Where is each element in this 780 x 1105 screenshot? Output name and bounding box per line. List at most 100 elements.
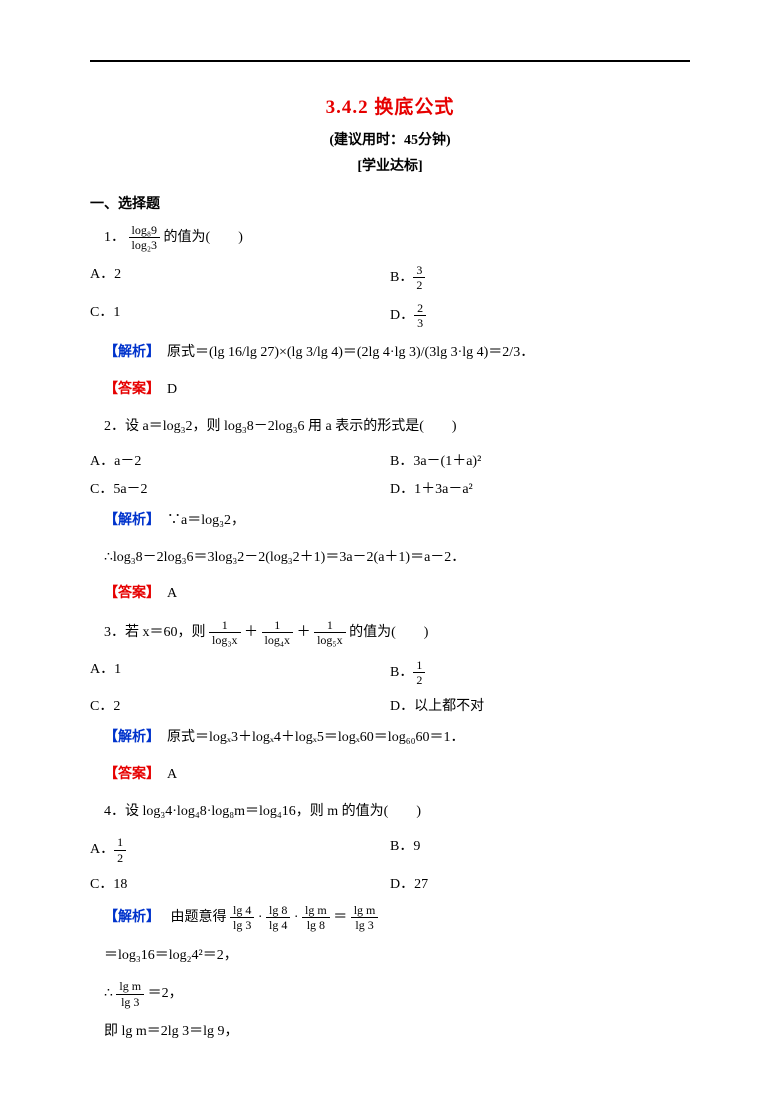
q1-analysis: 【解析】 原式＝(lg 16/lg 27)×(lg 3/lg 4)＝(2lg 4…: [104, 340, 690, 367]
q4-ana-pre: 由题意得: [171, 910, 231, 925]
q3-answer-val: A: [167, 767, 177, 782]
q1-tail: 的值为( ): [164, 230, 243, 245]
q2-opts-row1: A．a－2 B．3a－(1＋a)²: [90, 450, 690, 470]
q1-b-pre: B．: [390, 270, 413, 285]
q3-opt-d: D．以上都不对: [390, 695, 690, 715]
time-hint: (建议用时：45分钟): [90, 129, 690, 149]
q4-analysis-2: ＝log₃16＝log₂4²＝2，: [104, 943, 690, 970]
q3-f2n: 1: [262, 618, 294, 633]
section-1-head: 一、选择题: [90, 193, 690, 213]
q3-b-pre: B．: [390, 665, 413, 680]
q4-t4: lg mlg 3: [351, 903, 379, 933]
q4-opt-c: C．18: [90, 873, 390, 893]
q1-stem: 1． log₈9 log₂3 的值为( ): [104, 223, 690, 253]
top-rule: [90, 60, 690, 62]
q1-frac-num: log₈9: [129, 223, 161, 238]
answer-tag: 【答案】: [104, 382, 153, 397]
q3-f2d: log₄x: [262, 633, 294, 647]
q4-opts-row1: A．12 B．9: [90, 835, 690, 865]
q1-d-frac: 23: [414, 301, 426, 331]
q1-b-frac: 32: [413, 263, 425, 293]
q4-eq: ＝: [333, 910, 347, 925]
q1-opt-c: C．1: [90, 301, 390, 331]
q4-opt-b: B．9: [390, 835, 690, 865]
q3-f3n: 1: [314, 618, 346, 633]
q2-opt-d: D．1＋3a－a²: [390, 478, 690, 498]
q3-opt-a: A．1: [90, 658, 390, 688]
q2-answer-val: A: [167, 586, 177, 601]
q3-frac3: 1log₅x: [314, 618, 346, 648]
q4-l3d: lg 3: [116, 995, 144, 1009]
q1-d-pre: D．: [390, 308, 414, 323]
q1-d-den: 3: [414, 316, 426, 330]
q2-ana1: ∵a＝log₃2，: [167, 513, 245, 528]
answer-tag: 【答案】: [104, 767, 153, 782]
q4-t3n: lg m: [302, 903, 330, 918]
q4-l3-frac: lg mlg 3: [116, 979, 144, 1009]
q1-analysis-body: 原式＝(lg 16/lg 27)×(lg 3/lg 4)＝(2lg 4·lg 3…: [167, 345, 534, 360]
q2-stem: 2．设 a＝log₃2，则 log₃8－2log₃6 用 a 表示的形式是( ): [104, 414, 690, 441]
analysis-tag: 【解析】: [104, 513, 153, 528]
standard-tag: [学业达标]: [90, 155, 690, 175]
q3-b-den: 2: [413, 673, 425, 687]
q4-dot1: ·: [258, 910, 263, 925]
q3-stem: 3．若 x＝60，则 1log₃x ＋ 1log₄x ＋ 1log₅x 的值为(…: [104, 618, 690, 648]
q4-t2: lg 8lg 4: [266, 903, 290, 933]
q4-l3n: lg m: [116, 979, 144, 994]
q1-frac: log₈9 log₂3: [129, 223, 161, 253]
q1-b-den: 2: [413, 278, 425, 292]
q2-opts-row2: C．5a－2 D．1＋3a－a²: [90, 478, 690, 498]
q3-frac2: 1log₄x: [262, 618, 294, 648]
q3-opts-row2: C．2 D．以上都不对: [90, 695, 690, 715]
q4-dot2: ·: [294, 910, 299, 925]
q1-num: 1．: [104, 230, 125, 245]
q3-stem-post: 的值为( ): [349, 625, 428, 640]
main-title: 3.4.2 换底公式: [90, 92, 690, 119]
q2-analysis-2: ∴log₃8－2log₃6＝3log₃2－2(log₃2＋1)＝3a－2(a＋1…: [104, 545, 690, 572]
q3-f1n: 1: [209, 618, 241, 633]
q4-analysis-4: 即 lg m＝2lg 3＝lg 9，: [104, 1019, 690, 1046]
q3-f3d: log₅x: [314, 633, 346, 647]
q3-answer: 【答案】 A: [104, 762, 690, 789]
q1-opt-b: B．32: [390, 263, 690, 293]
q4-a-pre: A．: [90, 842, 114, 857]
q3-opt-c: C．2: [90, 695, 390, 715]
q1-opt-a: A．2: [90, 263, 390, 293]
q3-plus1: ＋: [244, 625, 258, 640]
q2-answer: 【答案】 A: [104, 581, 690, 608]
q4-t1n: lg 4: [230, 903, 254, 918]
q3-frac1: 1log₃x: [209, 618, 241, 648]
q3-plus2: ＋: [297, 625, 311, 640]
q3-opt-b: B．12: [390, 658, 690, 688]
q4-t1d: lg 3: [230, 918, 254, 932]
q4-t2n: lg 8: [266, 903, 290, 918]
answer-tag: 【答案】: [104, 586, 153, 601]
q4-t4d: lg 3: [351, 918, 379, 932]
analysis-tag: 【解析】: [104, 345, 153, 360]
q3-b-frac: 12: [413, 658, 425, 688]
q4-t2d: lg 4: [266, 918, 290, 932]
q3-f1d: log₃x: [209, 633, 241, 647]
q4-t1: lg 4lg 3: [230, 903, 254, 933]
q1-answer-val: D: [167, 382, 177, 397]
q3-b-num: 1: [413, 658, 425, 673]
q2-opt-a: A．a－2: [90, 450, 390, 470]
q4-opt-d: D．27: [390, 873, 690, 893]
q1-frac-den: log₂3: [129, 238, 161, 252]
q4-a-den: 2: [114, 851, 126, 865]
q3-opts-row1: A．1 B．12: [90, 658, 690, 688]
q4-l3-post: ＝2，: [148, 987, 183, 1002]
q4-t3: lg mlg 8: [302, 903, 330, 933]
q3-stem-pre: 3．若 x＝60，则: [104, 625, 209, 640]
q3-analysis: 【解析】 原式＝logₓ3＋logₓ4＋logₓ5＝logₓ60＝log₆₀60…: [104, 725, 690, 752]
q1-b-num: 3: [413, 263, 425, 278]
page: 3.4.2 换底公式 (建议用时：45分钟) [学业达标] 一、选择题 1． l…: [0, 0, 780, 1096]
q4-analysis-1: 【解析】 由题意得 lg 4lg 3 · lg 8lg 4 · lg mlg 8…: [104, 903, 690, 933]
q4-t4n: lg m: [351, 903, 379, 918]
q1-answer: 【答案】 D: [104, 377, 690, 404]
q4-l3-pre: ∴: [104, 987, 113, 1002]
q2-opt-c: C．5a－2: [90, 478, 390, 498]
q4-stem: 4．设 log₃4·log₄8·log₈m＝log₄16，则 m 的值为( ): [104, 799, 690, 826]
q4-opts-row2: C．18 D．27: [90, 873, 690, 893]
q1-d-num: 2: [414, 301, 426, 316]
